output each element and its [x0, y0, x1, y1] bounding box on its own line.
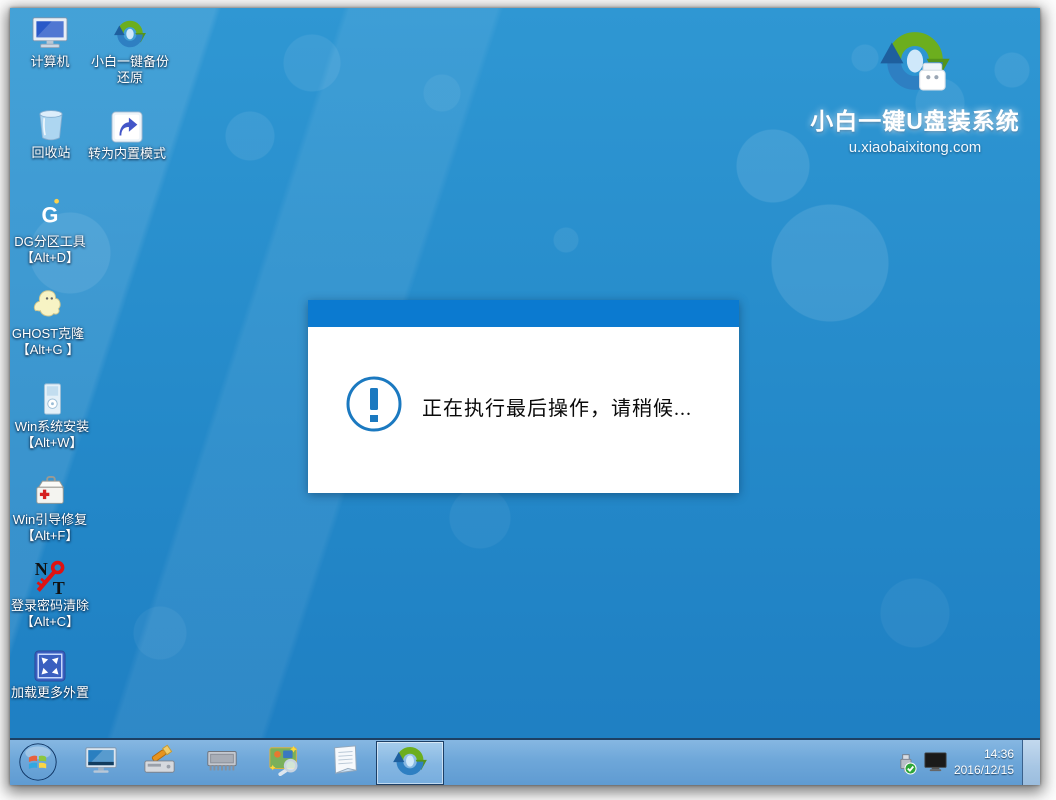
usb-drive: [920, 63, 945, 90]
exclamation-icon: [345, 375, 403, 438]
busy-spinner-icon: [438, 467, 458, 492]
taskbar-button-display-settings[interactable]: [79, 743, 123, 782]
notepad-icon: [329, 743, 361, 782]
svg-text:T: T: [53, 578, 65, 595]
progress-dialog: 正在执行最后操作，请稍候...: [308, 300, 739, 493]
brand-logo: 小白一键U盘装系统 u.xiaobaixitong.com: [803, 24, 1027, 156]
shortcut-arrow-icon: [111, 109, 143, 143]
show-desktop-button[interactable]: [1022, 740, 1040, 785]
taskbar-button-disk-tool[interactable]: [138, 743, 182, 782]
taskbar-button-capture-tool[interactable]: [263, 743, 307, 782]
desktop-icon-password-clear[interactable]: N T 登录密码清除 【Alt+C】: [10, 561, 96, 630]
tray-usb-eject-icon[interactable]: [893, 751, 917, 780]
tray-date: 2016/12/15: [940, 762, 1014, 778]
disk-brush-icon: [142, 743, 178, 782]
recycle-bin-icon: [35, 108, 67, 142]
expand-arrows-icon: [34, 648, 66, 682]
desktop-icon-ghost[interactable]: GHOST克隆 【Alt+G 】: [10, 289, 94, 358]
diskgenius-icon: G: [33, 197, 67, 231]
desktop-icon-label: DG分区工具 【Alt+D】: [14, 234, 86, 266]
desktop-icon-load-more[interactable]: 加载更多外置: [10, 648, 96, 701]
display-settings-icon: [84, 743, 118, 782]
brand-url: u.xiaobaixitong.com: [803, 139, 1027, 156]
desktop-icon-label: 登录密码清除 【Alt+C】: [11, 598, 89, 630]
dialog-titlebar[interactable]: [308, 300, 739, 327]
desktop-icon-label: 小白一键备份 还原: [91, 54, 169, 86]
svg-text:N: N: [35, 559, 48, 579]
tray-clock[interactable]: 14:36 2016/12/15: [940, 746, 1014, 778]
dialog-message: 正在执行最后操作，请稍候...: [422, 392, 692, 421]
desktop-icon-boot-repair[interactable]: Win引导修复 【Alt+F】: [10, 475, 96, 544]
taskbar-button-memory-tool[interactable]: [200, 743, 244, 782]
nt-key-icon: N T: [32, 561, 68, 595]
xiaobai-usb-logo-icon: [878, 24, 952, 98]
desktop-icon-label: 加载更多外置: [11, 685, 89, 701]
brand-title: 小白一键U盘装系统: [803, 102, 1027, 136]
tray-time: 14:36: [940, 746, 1014, 762]
desktop-icon-win-setup[interactable]: Win系统安装 【Alt+W】: [10, 382, 98, 451]
computer-icon: [27, 17, 73, 51]
desktop-icon-label: 回收站: [31, 145, 70, 161]
win-setup-icon: [35, 382, 69, 416]
desktop-icon-label: 转为内置模式: [88, 146, 166, 162]
desktop: 计算机 小白一键备份 还原 回收站 转为内置模式: [10, 8, 1040, 785]
desktop-icon-label: 计算机: [30, 54, 69, 70]
memory-chip-icon: [204, 745, 240, 780]
desktop-icon-xiaobai-backup[interactable]: 小白一键备份 还原: [84, 17, 176, 86]
sync-backup-icon: [392, 743, 428, 784]
ghost-icon: [31, 289, 65, 323]
sync-backup-icon: [113, 17, 147, 51]
desktop-icon-label: Win系统安装 【Alt+W】: [15, 419, 89, 451]
taskbar-button-xiaobai-active[interactable]: [376, 741, 444, 785]
desktop-icon-label: GHOST克隆 【Alt+G 】: [12, 326, 84, 358]
svg-text:G: G: [42, 203, 59, 228]
desktop-icon-diskgenius[interactable]: G DG分区工具 【Alt+D】: [10, 197, 96, 266]
taskbar: 14:36 2016/12/15: [10, 738, 1040, 785]
start-button[interactable]: [18, 742, 58, 782]
capture-tool-icon: [268, 744, 302, 781]
taskbar-button-notepad[interactable]: [323, 743, 367, 782]
first-aid-icon: [31, 475, 69, 509]
dialog-body: 正在执行最后操作，请稍候...: [308, 327, 739, 493]
desktop-icon-internal-mode[interactable]: 转为内置模式: [81, 109, 173, 162]
desktop-icon-label: Win引导修复 【Alt+F】: [13, 512, 87, 544]
